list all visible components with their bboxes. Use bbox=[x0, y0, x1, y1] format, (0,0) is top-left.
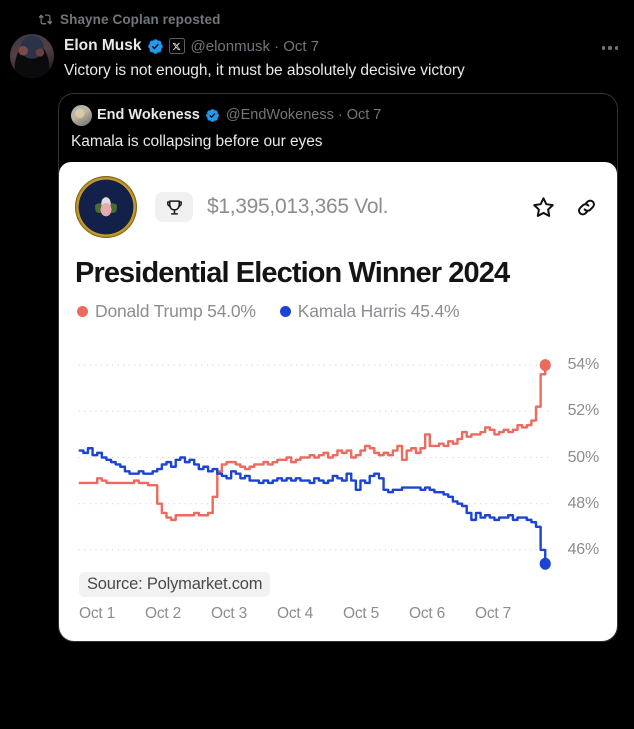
market-volume: $1,395,013,365 Vol. bbox=[207, 195, 389, 218]
polymarket-card: $1,395,013,365 Vol. Presidential Electio… bbox=[59, 162, 617, 641]
page-title: Presidential Election Winner 2024 bbox=[75, 257, 510, 289]
avatar[interactable] bbox=[10, 34, 54, 78]
x-axis-labels: Oct 1 Oct 2 Oct 3 Oct 4 Oct 5 Oct 6 Oct 7 bbox=[75, 599, 601, 633]
series-line-kamala-harris bbox=[79, 448, 546, 564]
more-options-icon[interactable] bbox=[596, 38, 624, 58]
more-dot bbox=[601, 46, 606, 50]
more-dot bbox=[608, 46, 612, 50]
market-header: $1,395,013,365 Vol. bbox=[75, 176, 601, 238]
chart-source-watermark: Source: Polymarket.com bbox=[79, 572, 271, 597]
verified-badge-icon bbox=[147, 38, 164, 55]
x-axis-tick-label: Oct 4 bbox=[277, 605, 314, 622]
quoted-tweet-card[interactable]: End Wokeness @EndWokeness · Oct 7 Kamala… bbox=[58, 93, 618, 642]
x-axis-tick-label: Oct 2 bbox=[145, 605, 182, 622]
market-actions bbox=[531, 195, 601, 220]
presidential-seal-icon bbox=[75, 176, 137, 238]
legend-label: Kamala Harris 45.4% bbox=[297, 301, 460, 321]
author-handle-and-date: @elonmusk · Oct 7 bbox=[190, 37, 320, 55]
x-axis-tick-label: Oct 6 bbox=[409, 605, 446, 622]
tweet-author-row: Elon Musk @elonmusk · Oct 7 bbox=[64, 34, 624, 57]
repost-header: Shayne Coplan reposted bbox=[0, 0, 634, 30]
star-icon[interactable] bbox=[531, 195, 556, 220]
quoted-author-row: End Wokeness @EndWokeness · Oct 7 bbox=[59, 94, 617, 127]
tweet-text: Victory is not enough, it must be absolu… bbox=[64, 62, 465, 79]
legend-item-harris[interactable]: Kamala Harris 45.4% bbox=[279, 301, 460, 322]
legend-item-trump[interactable]: Donald Trump 54.0% bbox=[77, 301, 256, 322]
repost-icon bbox=[38, 12, 53, 27]
legend-color-swatch bbox=[77, 306, 88, 317]
legend-label: Donald Trump 54.0% bbox=[95, 301, 256, 321]
series-endpoint-marker bbox=[539, 359, 551, 372]
x-axis-tick-label: Oct 5 bbox=[343, 605, 380, 622]
quoted-author-display-name[interactable]: End Wokeness bbox=[97, 107, 200, 123]
avatar-column bbox=[10, 34, 58, 81]
trophy-icon bbox=[155, 192, 193, 222]
tweet: Elon Musk @elonmusk · Oct 7 Victory is n… bbox=[0, 30, 634, 81]
verified-badge-icon bbox=[205, 108, 220, 123]
x-axis-tick-label: Oct 7 bbox=[475, 605, 512, 622]
x-affiliate-badge-icon[interactable] bbox=[168, 38, 185, 54]
avatar[interactable] bbox=[71, 104, 92, 126]
author-display-name[interactable]: Elon Musk bbox=[64, 37, 142, 55]
chart-area[interactable]: 54% 52% 50% 48% 46% Source: Polymarket.com bbox=[75, 334, 601, 599]
more-dot bbox=[614, 46, 619, 50]
x-axis-tick-label: Oct 3 bbox=[211, 605, 248, 622]
legend-color-swatch bbox=[279, 306, 291, 317]
avatar-image bbox=[71, 104, 92, 126]
avatar-image bbox=[10, 34, 54, 78]
tweet-body: Elon Musk @elonmusk · Oct 7 Victory is n… bbox=[58, 34, 624, 81]
chart-legend: Donald Trump 54.0% Kamala Harris 45.4% bbox=[75, 290, 601, 322]
link-icon[interactable] bbox=[574, 195, 599, 220]
quoted-author-handle-and-date: @EndWokeness · Oct 7 bbox=[225, 107, 382, 123]
price-history-chart[interactable] bbox=[75, 334, 601, 599]
series-endpoint-marker bbox=[539, 557, 551, 570]
repost-label: Shayne Coplan reposted bbox=[60, 11, 221, 27]
quoted-tweet-text: Kamala is collapsing before our eyes bbox=[71, 133, 323, 150]
x-axis-tick-label: Oct 1 bbox=[79, 605, 116, 622]
series-line-donald-trump bbox=[79, 365, 546, 520]
